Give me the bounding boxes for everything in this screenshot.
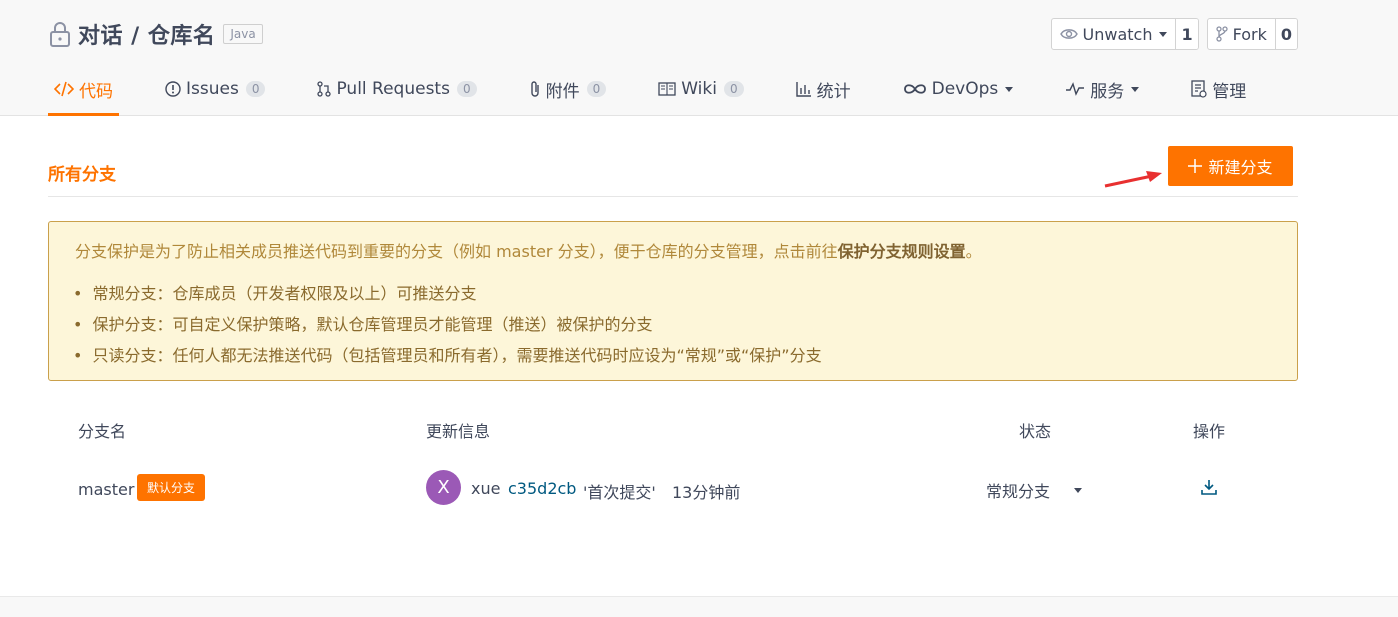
tab-manage-label: 管理: [1212, 81, 1247, 102]
notice-item-normal: 常规分支：仓库成员（开发者权限及以上）可推送分支: [75, 278, 1271, 309]
code-icon: [54, 81, 74, 97]
red-arrow-annotation: [1104, 171, 1162, 188]
header-action: 操作: [1193, 422, 1226, 441]
section-title: 所有分支: [48, 165, 116, 185]
commit-author[interactable]: xue: [471, 479, 500, 498]
tab-pull-requests[interactable]: Pull Requests 0: [311, 64, 482, 114]
table-row: master 默认分支 X xue c35d2cb '首次提交' 13分钟前 常…: [48, 468, 1298, 510]
pull-request-icon: [317, 81, 332, 97]
tab-issues[interactable]: Issues 0: [159, 64, 271, 114]
branch-protection-notice: 分支保护是为了防止相关成员推送代码到重要的分支（例如 master 分支），便于…: [48, 221, 1298, 381]
watch-count[interactable]: 1: [1176, 19, 1198, 49]
tab-code-label: 代码: [79, 81, 113, 102]
tab-services-label: 服务: [1090, 81, 1125, 102]
notice-list: 常规分支：仓库成员（开发者权限及以上）可推送分支 保护分支：可自定义保护策略，默…: [75, 278, 1271, 371]
download-icon[interactable]: [1200, 478, 1218, 500]
footer: [0, 596, 1398, 617]
notice-item-protected: 保护分支：可自定义保护策略，默认仓库管理员才能管理（推送）被保护的分支: [75, 309, 1271, 340]
tab-issues-label: Issues: [186, 79, 239, 99]
tab-attachments-label: 附件: [545, 81, 580, 102]
unwatch-label: Unwatch: [1082, 24, 1153, 44]
notice-intro-text: 分支保护是为了防止相关成员推送代码到重要的分支（例如 master 分支），便于…: [75, 242, 838, 261]
fork-icon: [1215, 26, 1228, 42]
pulse-icon: [1066, 82, 1085, 96]
new-branch-label: 新建分支: [1208, 158, 1273, 177]
tab-devops-label: DevOps: [931, 79, 999, 99]
fork-label: Fork: [1232, 24, 1267, 44]
branch-name-link[interactable]: master: [78, 480, 134, 499]
repo-title-row: 对话 / 仓库名 Java: [48, 16, 263, 52]
unwatch-button[interactable]: Unwatch: [1052, 19, 1177, 49]
repo-tabs: 代码 Issues 0 Pull Requests 0 附件 0 Wiki 0 …: [48, 64, 1292, 116]
section-divider: [48, 196, 1298, 197]
infinity-icon: [903, 84, 926, 94]
commit-sha-link[interactable]: c35d2cb: [508, 479, 576, 498]
tab-pull-requests-count: 0: [456, 81, 477, 97]
tab-code[interactable]: 代码: [48, 64, 119, 116]
branch-status-value: 常规分支: [986, 482, 1051, 501]
notice-intro-end: 。: [965, 242, 982, 261]
fork-count[interactable]: 0: [1275, 19, 1297, 49]
fork-button[interactable]: Fork: [1208, 19, 1276, 49]
bar-chart-icon: [795, 82, 811, 97]
header-update-info: 更新信息: [426, 422, 491, 441]
header-branch-name: 分支名: [78, 422, 127, 441]
tab-wiki-label: Wiki: [681, 79, 717, 99]
watch-button-group: Unwatch 1: [1050, 18, 1199, 50]
tab-manage[interactable]: 管理: [1185, 64, 1252, 114]
new-branch-button[interactable]: 新建分支: [1168, 146, 1293, 186]
tab-services[interactable]: 服务: [1059, 64, 1145, 114]
chevron-down-icon: [1005, 86, 1014, 92]
tab-attachments[interactable]: 附件 0: [523, 64, 613, 114]
language-badge: Java: [223, 24, 263, 44]
notice-item-readonly: 只读分支：任何人都无法推送代码（包括管理员和所有者），需要推送代码时应设为“常规…: [75, 340, 1271, 371]
chevron-down-icon: [1131, 86, 1140, 92]
repo-title[interactable]: 对话 / 仓库名: [78, 18, 215, 50]
tab-statistics-label: 统计: [816, 81, 851, 102]
tab-pull-requests-label: Pull Requests: [336, 79, 450, 99]
tab-statistics[interactable]: 统计: [790, 64, 857, 114]
repo-actions: Unwatch 1 Fork 0: [1050, 18, 1298, 50]
paperclip-icon: [530, 81, 539, 97]
tab-wiki-count: 0: [723, 81, 744, 97]
issue-icon: [165, 81, 181, 97]
tab-devops[interactable]: DevOps: [897, 64, 1020, 114]
settings-doc-icon: [1191, 80, 1207, 98]
tab-attachments-count: 0: [586, 81, 607, 97]
header-status: 状态: [1019, 422, 1052, 441]
protection-rules-link[interactable]: 保护分支规则设置: [838, 242, 966, 261]
plus-icon: [1188, 159, 1203, 173]
chevron-down-icon: [1074, 487, 1083, 493]
tab-wiki[interactable]: Wiki 0: [652, 64, 749, 114]
tab-issues-count: 0: [245, 81, 266, 97]
avatar[interactable]: X: [426, 470, 461, 505]
commit-time: 13分钟前: [672, 483, 741, 502]
notice-intro: 分支保护是为了防止相关成员推送代码到重要的分支（例如 master 分支），便于…: [75, 240, 1271, 264]
eye-icon: [1059, 29, 1078, 39]
fork-button-group: Fork 0: [1206, 18, 1298, 50]
lock-icon: [48, 20, 72, 48]
commit-message[interactable]: '首次提交': [583, 479, 656, 503]
chevron-down-icon: [1159, 31, 1168, 37]
branch-status-dropdown[interactable]: 常规分支: [986, 478, 1083, 502]
book-icon: [658, 82, 676, 96]
default-branch-badge: 默认分支: [137, 474, 206, 501]
repo-header: 对话 / 仓库名 Java Unwatch 1 Fork 0 代码 Issues…: [0, 0, 1398, 116]
